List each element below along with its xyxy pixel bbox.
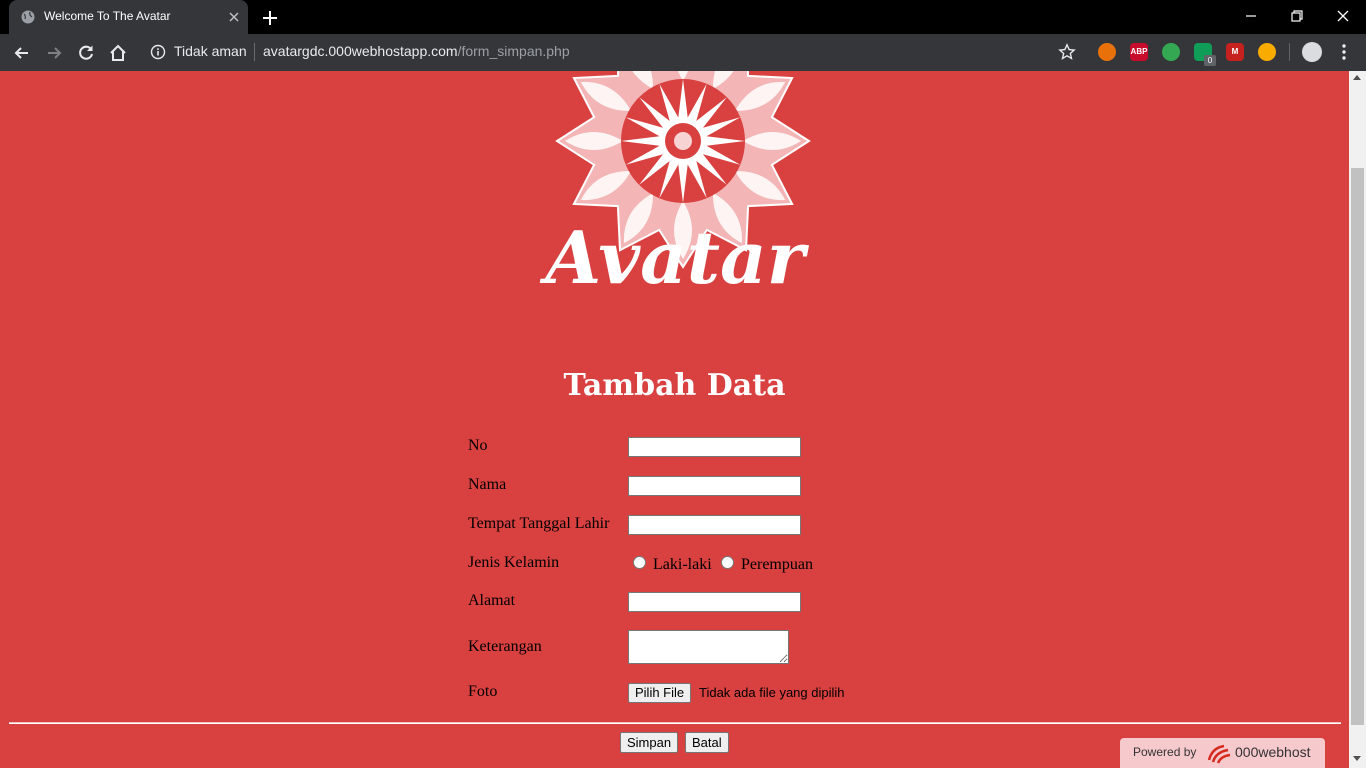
- choose-file-button[interactable]: Pilih File: [628, 683, 692, 703]
- foto-label: Foto: [468, 683, 498, 700]
- close-window-icon[interactable]: [1334, 7, 1352, 25]
- powered-by-brand: 000webhost: [1235, 744, 1311, 760]
- keterangan-label: Keterangan: [468, 638, 542, 655]
- cancel-button[interactable]: Batal: [685, 732, 729, 753]
- svg-text:Avatar: Avatar: [539, 215, 809, 298]
- 000webhost-logo-icon: [1207, 744, 1231, 764]
- omnibox-separator: [254, 43, 255, 61]
- powered-by-label: Powered by: [1133, 745, 1197, 759]
- forward-arrow-icon[interactable]: [44, 43, 64, 63]
- back-arrow-icon[interactable]: [12, 43, 32, 63]
- close-tab-icon[interactable]: [226, 9, 242, 25]
- kebab-menu-icon[interactable]: [1336, 42, 1352, 62]
- no-input[interactable]: [628, 437, 801, 457]
- bookmark-star-icon[interactable]: [1058, 43, 1076, 61]
- keterangan-textarea[interactable]: [628, 630, 789, 664]
- minimize-window-icon[interactable]: [1242, 7, 1260, 25]
- powered-by-badge[interactable]: Powered by 000webhost: [1120, 738, 1325, 768]
- jenis-kelamin-label: Jenis Kelamin: [468, 554, 560, 571]
- file-status-text: Tidak ada file yang dipilih: [699, 685, 845, 700]
- fire-extension-icon[interactable]: [1098, 43, 1116, 61]
- alamat-input[interactable]: [628, 592, 801, 612]
- scrollbar-thumb[interactable]: [1351, 168, 1364, 725]
- pill-extension-icon[interactable]: [1258, 43, 1276, 61]
- browser-toolbar: Tidak aman avatargdc.000webhostapp.com/f…: [0, 34, 1366, 71]
- browser-tab[interactable]: Welcome To The Avatar: [9, 0, 248, 34]
- new-tab-icon[interactable]: [260, 8, 280, 28]
- female-radio[interactable]: [721, 556, 734, 569]
- url-path: /form_simpan.php: [457, 43, 570, 59]
- female-radio-label[interactable]: Perempuan: [741, 556, 813, 574]
- reload-icon[interactable]: [76, 43, 96, 63]
- avatar-logo: Avatar: [539, 71, 811, 298]
- save-button[interactable]: Simpan: [620, 732, 679, 753]
- profile-avatar[interactable]: [1302, 42, 1322, 62]
- url-domain: avatargdc.000webhostapp.com: [263, 43, 458, 59]
- browser-title-bar: Welcome To The Avatar: [0, 0, 1366, 34]
- alamat-label: Alamat: [468, 592, 516, 609]
- restore-window-icon[interactable]: [1288, 7, 1306, 25]
- toolbar-separator: [1289, 43, 1290, 61]
- extension-badge: 0: [1204, 55, 1216, 66]
- form-divider: [9, 722, 1341, 724]
- colorful-extension-icon[interactable]: [1162, 43, 1180, 61]
- no-label: No: [468, 437, 488, 454]
- male-radio-label[interactable]: Laki-laki: [653, 556, 712, 574]
- nama-label: Nama: [468, 476, 507, 493]
- home-icon[interactable]: [108, 43, 128, 63]
- adblock-plus-icon[interactable]: ABP: [1130, 43, 1148, 61]
- security-status[interactable]: Tidak aman: [174, 43, 247, 59]
- m-extension-icon[interactable]: M: [1226, 43, 1244, 61]
- scroll-up-arrow-icon[interactable]: [1353, 75, 1361, 80]
- nama-input[interactable]: [628, 476, 801, 496]
- ttl-input[interactable]: [628, 515, 801, 535]
- info-icon[interactable]: [150, 44, 166, 60]
- address-bar[interactable]: avatargdc.000webhostapp.com/form_simpan.…: [263, 43, 570, 59]
- tab-title: Welcome To The Avatar: [44, 9, 171, 23]
- page-title: Tambah Data: [563, 368, 786, 403]
- globe-icon: [21, 10, 35, 24]
- ttl-label: Tempat Tanggal Lahir: [468, 515, 610, 532]
- male-radio[interactable]: [633, 556, 646, 569]
- page-viewport: Avatar Tambah Data No Nama Tempat Tangga…: [0, 71, 1349, 768]
- scroll-down-arrow-icon[interactable]: [1353, 756, 1361, 761]
